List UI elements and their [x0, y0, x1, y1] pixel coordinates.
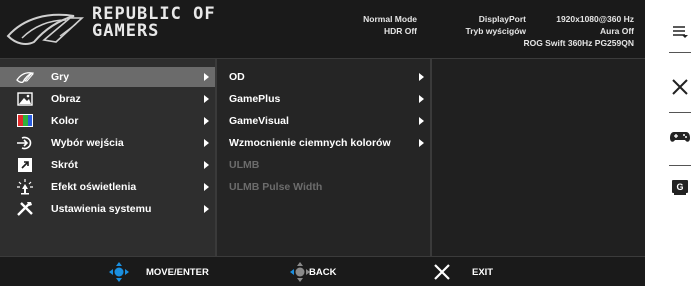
close-icon — [672, 79, 688, 95]
chevron-right-icon — [419, 73, 424, 81]
move-enter-button[interactable]: MOVE/ENTER — [108, 261, 228, 283]
chevron-right-icon — [204, 139, 209, 147]
submenu-item-gameplus[interactable]: GamePlus — [217, 89, 430, 109]
menu-item-efekt-oswietlenia[interactable]: Efekt oświetlenia — [0, 177, 215, 197]
chevron-right-icon — [204, 183, 209, 191]
lighting-icon — [17, 179, 33, 195]
input-icon — [17, 136, 32, 150]
gameplus-badge: G — [676, 182, 683, 192]
menu-item-label: Skrót — [51, 159, 78, 171]
submenu-item-label: GamePlus — [229, 93, 281, 105]
menu-item-obraz[interactable]: Obraz — [0, 89, 215, 109]
menu-item-label: Obraz — [51, 93, 81, 105]
model-name: ROG Swift 360Hz PG259QN — [523, 38, 634, 48]
back-label: BACK — [309, 267, 337, 278]
chevron-right-icon — [204, 161, 209, 169]
submenu: OD GamePlus GameVisual Wzmocnienie ciemn… — [217, 59, 430, 256]
menu-item-gry[interactable]: Gry — [0, 67, 215, 87]
submenu-item-label: GameVisual — [229, 115, 289, 127]
menu-item-kolor[interactable]: Kolor — [0, 111, 215, 131]
shortcut-icon — [18, 158, 32, 172]
color-icon — [17, 114, 33, 127]
menu-item-wybor-wejscia[interactable]: Wybór wejścia — [0, 133, 215, 153]
submenu-item-ulmb-pulse-width: ULMB Pulse Width — [217, 177, 430, 197]
menu-item-skrot[interactable]: Skrót — [0, 155, 215, 175]
rog-logo-icon — [6, 13, 85, 45]
osd-header: REPUBLIC OF GAMERS Normal Mode HDR Off D… — [0, 0, 645, 58]
menu-item-ustawienia-systemu[interactable]: Ustawienia systemu — [0, 199, 215, 219]
submenu-item-label: ULMB Pulse Width — [229, 181, 323, 193]
options-panel — [432, 59, 645, 256]
menu-item-label: Kolor — [51, 115, 79, 127]
submenu-item-od[interactable]: OD — [217, 67, 430, 87]
mode-status: Normal Mode HDR Off — [363, 14, 417, 36]
main-menu: Gry Obraz Kolor Wybór wejścia Skrót Efek… — [0, 59, 215, 256]
gameplus-button[interactable]: G — [669, 178, 691, 196]
exit-button[interactable]: EXIT — [432, 261, 502, 283]
submenu-item-label: Wzmocnienie ciemnych kolorów — [229, 137, 391, 149]
chevron-right-icon — [204, 117, 209, 125]
submenu-item-gamevisual[interactable]: GameVisual — [217, 111, 430, 131]
submenu-item-dark-boost[interactable]: Wzmocnienie ciemnych kolorów — [217, 133, 430, 153]
side-divider — [669, 112, 691, 113]
submenu-item-label: ULMB — [229, 159, 260, 171]
joystick-left-icon — [290, 262, 310, 282]
chevron-right-icon — [204, 73, 209, 81]
resolution-status: 1920x1080@360 Hz Aura Off — [556, 14, 634, 36]
back-button[interactable]: BACK — [289, 261, 369, 283]
move-enter-label: MOVE/ENTER — [146, 267, 209, 278]
menu-item-label: Wybór wejścia — [51, 137, 124, 149]
input-status: DisplayPort Tryb wyścigów — [465, 14, 526, 36]
rog-eye-icon — [16, 72, 34, 84]
menu-item-label: Gry — [51, 71, 70, 83]
exit-label: EXIT — [472, 267, 494, 278]
gamepad-icon — [670, 132, 690, 142]
navigation-joystick-icon — [109, 262, 129, 282]
side-divider — [669, 165, 691, 166]
close-icon — [434, 264, 450, 280]
menu-icon — [673, 26, 688, 38]
chevron-right-icon — [419, 117, 424, 125]
image-icon — [17, 92, 33, 106]
gamevisual-button[interactable] — [669, 128, 691, 146]
chevron-right-icon — [419, 139, 424, 147]
tools-icon — [17, 202, 33, 216]
chevron-right-icon — [204, 205, 209, 213]
osd-panel: REPUBLIC OF GAMERS Normal Mode HDR Off D… — [0, 0, 645, 286]
menu-item-label: Ustawienia systemu — [51, 203, 152, 215]
submenu-item-ulmb: ULMB — [217, 155, 430, 175]
menu-item-label: Efekt oświetlenia — [51, 181, 137, 193]
chevron-right-icon — [419, 95, 424, 103]
submenu-item-label: OD — [229, 71, 245, 83]
gameplus-icon: G — [672, 180, 688, 195]
menu-button[interactable] — [669, 24, 691, 40]
close-button[interactable] — [669, 78, 691, 96]
osd-footer: MOVE/ENTER BACK EXIT — [0, 256, 645, 286]
side-divider — [669, 52, 691, 53]
brand-title: REPUBLIC OF GAMERS — [92, 4, 216, 41]
chevron-right-icon — [204, 95, 209, 103]
